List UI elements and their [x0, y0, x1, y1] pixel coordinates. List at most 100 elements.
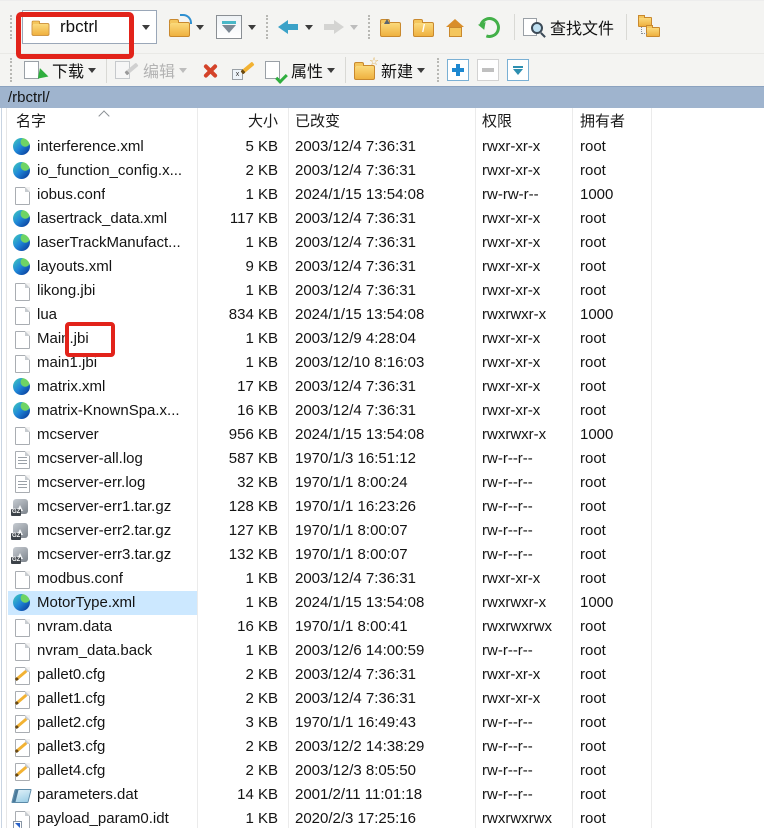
cell-rights: rw-r--r--	[482, 783, 533, 807]
toolbar-grip[interactable]	[266, 15, 272, 39]
cell-owner: 1000	[580, 183, 613, 207]
cell-rights: rwxr-xr-x	[482, 351, 540, 375]
table-row[interactable]: matrix.xml17 KB2003/12/4 7:36:31rwxr-xr-…	[0, 375, 764, 399]
table-row[interactable]: matrix-KnownSpa.x...16 KB2003/12/4 7:36:…	[0, 399, 764, 423]
root-directory-button[interactable]: /	[411, 16, 436, 39]
table-row[interactable]: nvram.data16 KB1970/1/1 8:00:41rwxrwxrwx…	[0, 615, 764, 639]
home-directory-button[interactable]	[444, 17, 467, 38]
cell-owner: root	[580, 615, 606, 639]
cell-owner: root	[580, 207, 606, 231]
table-row[interactable]: modbus.conf1 KB2003/12/4 7:36:31rwxr-xr-…	[0, 567, 764, 591]
path-bar[interactable]: /rbctrl/	[0, 86, 764, 108]
filter-dropdown[interactable]	[248, 25, 256, 30]
table-row[interactable]: lua834 KB2024/1/15 13:54:08rwxrwxr-x1000	[0, 303, 764, 327]
table-row[interactable]: io_function_config.x...2 KB2003/12/4 7:3…	[0, 159, 764, 183]
table-row[interactable]: GZmcserver-err1.tar.gz128 KB1970/1/1 16:…	[0, 495, 764, 519]
cell-owner: root	[580, 447, 606, 471]
table-row[interactable]: parameters.dat14 KB2001/2/11 11:01:18rw-…	[0, 783, 764, 807]
doc-file-icon	[15, 331, 30, 349]
cell-size: 5 KB	[200, 135, 278, 159]
table-row[interactable]: interference.xml5 KB2003/12/4 7:36:31rwx…	[0, 135, 764, 159]
table-row[interactable]: pallet1.cfg2 KB2003/12/4 7:36:31rwxr-xr-…	[0, 687, 764, 711]
cell-owner: 1000	[580, 423, 613, 447]
refresh-button[interactable]	[477, 15, 502, 40]
doc-file-icon	[15, 355, 30, 373]
directory-combo[interactable]: rbctrl	[22, 10, 157, 44]
table-row[interactable]: iobus.conf1 KB2024/1/15 13:54:08rw-rw-r-…	[0, 183, 764, 207]
cell-name: iobus.conf	[37, 183, 105, 207]
properties-dropdown[interactable]	[327, 68, 335, 73]
cell-rights: rwxr-xr-x	[482, 663, 540, 687]
toolbar-grip[interactable]	[10, 58, 16, 82]
column-header-changed[interactable]: 已改变	[295, 108, 340, 135]
table-row[interactable]: lasertrack_data.xml117 KB2003/12/4 7:36:…	[0, 207, 764, 231]
directory-tree-button[interactable]	[633, 14, 661, 40]
cell-size: 1 KB	[200, 639, 278, 663]
up-folder-icon	[380, 22, 401, 37]
file-manager-window: rbctrl / 查找文件	[0, 0, 764, 828]
open-directory-button[interactable]	[167, 16, 192, 39]
cell-rights: rwxr-xr-x	[482, 159, 540, 183]
gz-file-icon: GZ	[13, 499, 28, 514]
table-row[interactable]: mcserver-all.log587 KB1970/1/3 16:51:12r…	[0, 447, 764, 471]
table-row[interactable]: pallet2.cfg3 KB1970/1/1 16:49:43rw-r--r-…	[0, 711, 764, 735]
filter-button[interactable]	[214, 13, 244, 41]
cell-changed: 2003/12/4 7:36:31	[295, 663, 416, 687]
column-header-name[interactable]: 名字	[16, 108, 46, 135]
toolbar-grip[interactable]	[10, 15, 16, 39]
table-row[interactable]: nvram_data.back1 KB2003/12/6 14:00:59rw-…	[0, 639, 764, 663]
cell-changed: 2024/1/15 13:54:08	[295, 183, 424, 207]
new-dropdown[interactable]	[417, 68, 425, 73]
open-directory-dropdown[interactable]	[196, 25, 204, 30]
back-dropdown[interactable]	[305, 25, 313, 30]
table-row[interactable]: pallet0.cfg2 KB2003/12/4 7:36:31rwxr-xr-…	[0, 663, 764, 687]
table-row[interactable]: pallet3.cfg2 KB2003/12/2 14:38:29rw-r--r…	[0, 735, 764, 759]
table-row[interactable]: mcserver956 KB2024/1/15 13:54:08rwxrwxr-…	[0, 423, 764, 447]
cell-rights: rw-r--r--	[482, 639, 533, 663]
back-button[interactable]	[276, 18, 301, 36]
rename-button[interactable]: x	[230, 59, 257, 82]
cell-changed: 2003/12/4 7:36:31	[295, 159, 416, 183]
column-header-owner[interactable]: 拥有者	[580, 108, 625, 135]
toolbar-grip[interactable]	[368, 15, 374, 39]
edge-file-icon	[13, 258, 30, 275]
cell-changed: 2024/1/15 13:54:08	[295, 423, 424, 447]
table-row[interactable]: pallet4.cfg2 KB2003/12/3 8:05:50rw-r--r-…	[0, 759, 764, 783]
doc-file-icon	[15, 187, 30, 205]
cell-size: 16 KB	[200, 615, 278, 639]
open-folder-icon	[169, 22, 190, 37]
table-row[interactable]: GZmcserver-err2.tar.gz127 KB1970/1/1 8:0…	[0, 519, 764, 543]
cell-owner: root	[580, 543, 606, 567]
cell-rights: rwxr-xr-x	[482, 135, 540, 159]
delete-button[interactable]	[199, 59, 222, 82]
table-row[interactable]: mcserver-err.log32 KB1970/1/1 8:00:24rw-…	[0, 471, 764, 495]
properties-button[interactable]: 属性	[263, 56, 325, 84]
chevron-down-icon[interactable]	[142, 25, 150, 30]
column-header-rights[interactable]: 权限	[482, 108, 512, 135]
cell-size: 117 KB	[200, 207, 278, 231]
log-file-icon	[15, 451, 30, 469]
find-files-button[interactable]: 查找文件	[521, 13, 616, 41]
table-row[interactable]: main1.jbi1 KB2003/12/10 8:16:03rwxr-xr-x…	[0, 351, 764, 375]
cell-size: 3 KB	[200, 711, 278, 735]
download-dropdown[interactable]	[88, 68, 96, 73]
table-row[interactable]: payload_param0.idt1 KB2020/2/3 17:25:16r…	[0, 807, 764, 828]
add-button[interactable]	[447, 59, 469, 81]
sort-ascending-icon	[98, 110, 109, 121]
table-row[interactable]: GZmcserver-err3.tar.gz132 KB1970/1/1 8:0…	[0, 543, 764, 567]
filter-toggle-button[interactable]	[507, 59, 529, 81]
toolbar-separator	[626, 14, 627, 40]
parent-directory-button[interactable]	[378, 16, 403, 39]
table-row[interactable]: laserTrackManufact...1 KB2003/12/4 7:36:…	[0, 231, 764, 255]
gz-file-icon: GZ	[13, 547, 28, 562]
cell-rights: rwxr-xr-x	[482, 279, 540, 303]
new-button[interactable]: ☆ 新建	[352, 56, 415, 84]
cell-changed: 1970/1/3 16:51:12	[295, 447, 416, 471]
table-row[interactable]: likong.jbi1 KB2003/12/4 7:36:31rwxr-xr-x…	[0, 279, 764, 303]
table-row[interactable]: layouts.xml9 KB2003/12/4 7:36:31rwxr-xr-…	[0, 255, 764, 279]
table-row[interactable]: Main.jbi1 KB2003/12/9 4:28:04rwxr-xr-xro…	[0, 327, 764, 351]
table-row[interactable]: MotorType.xml1 KB2024/1/15 13:54:08rwxrw…	[0, 591, 764, 615]
toolbar-grip[interactable]	[437, 58, 443, 82]
column-header-size[interactable]: 大小	[200, 108, 278, 135]
download-button[interactable]: 下载	[22, 56, 86, 84]
